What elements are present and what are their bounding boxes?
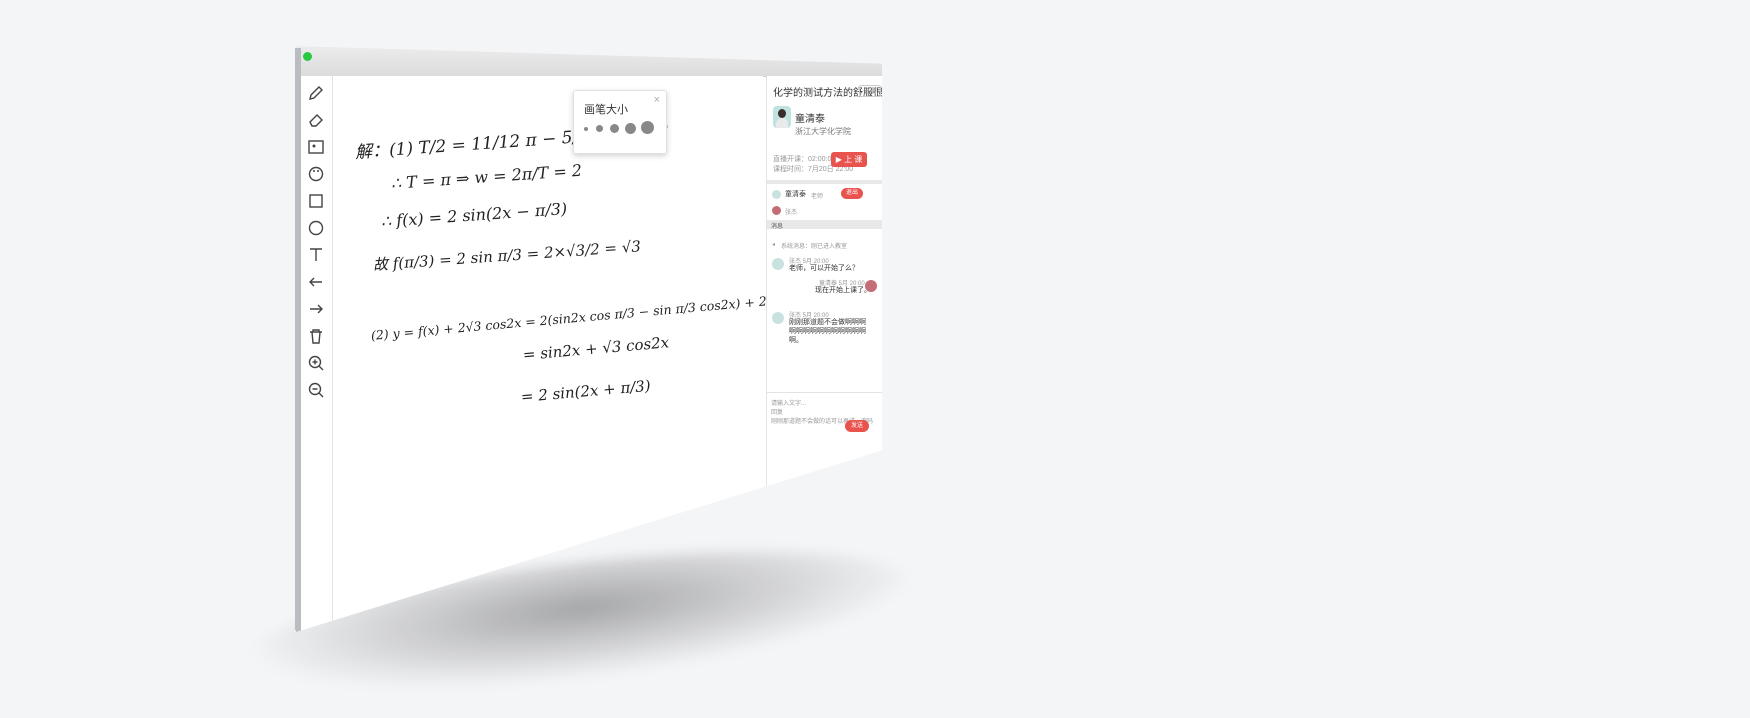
math-line-6: = sin2x + √3 cos2x (522, 333, 670, 364)
undo-arrow-icon[interactable] (307, 273, 325, 291)
chat-header: 消息 (771, 224, 784, 230)
pen-icon[interactable] (307, 84, 325, 102)
speaker-icon: ◂ (772, 242, 776, 248)
brush-size-1[interactable] (584, 127, 588, 131)
chat-reply-hint: 回复 (771, 410, 784, 416)
student-avatar-2 (772, 312, 784, 324)
start-class-button[interactable]: ▶ 上 课 (831, 152, 867, 167)
fullscreen-tag[interactable]: 全屏 (859, 85, 881, 97)
circle-icon[interactable] (307, 219, 325, 237)
send-button[interactable]: 发送 (845, 420, 869, 432)
close-icon[interactable]: × (654, 94, 660, 106)
title-bar (296, 46, 882, 77)
brush-size-popup: 画笔大小 × (573, 90, 667, 154)
brush-size-title: 画笔大小 (584, 104, 628, 116)
teacher-name: 童清泰 (795, 114, 825, 125)
brush-size-4[interactable] (625, 123, 636, 134)
zoom-in-icon[interactable] (307, 354, 325, 372)
leave-button[interactable]: 退出 (841, 188, 863, 199)
brush-size-2[interactable] (596, 125, 603, 132)
app-window: 解：(1) T/2 = 11/12 π − 5/12 π = π/2 ∴ T =… (296, 46, 882, 632)
whiteboard-canvas[interactable]: 解：(1) T/2 = 11/12 π − 5/12 π = π/2 ∴ T =… (333, 76, 823, 632)
eraser-icon[interactable] (307, 111, 325, 129)
math-line-5: (2) y = f(x) + 2√3 cos2x = 2(sin2x cos π… (370, 288, 823, 343)
message-text-1: 老师，可以开始了么？ (789, 265, 859, 272)
math-line-2: ∴ T = π ⇒ w = 2π/T = 2 (390, 160, 583, 193)
rectangle-icon[interactable] (307, 192, 325, 210)
trash-icon[interactable] (307, 327, 325, 345)
maximize-window-button[interactable] (303, 52, 312, 61)
system-message: 系统消息：刚已进入教室 (781, 244, 848, 250)
student-avatar (772, 258, 784, 270)
live-start-time: 直播开课：02:00:00 (773, 156, 836, 163)
course-sidebar: 化学的测试方法的舒服很的的 全屏 童清泰 浙江大学化学院 直播开课：02:00:… (766, 76, 882, 632)
math-line-4: 故 f(π/3) = 2 sin π/3 = 2×√3/2 = √3 (372, 237, 642, 274)
chat-header-bar: 消息 (767, 220, 882, 230)
drawing-toolbar (296, 76, 333, 632)
window-left-edge (295, 48, 301, 630)
message-text-2: 现在开始上课了。 (815, 287, 871, 294)
brush-size-5[interactable] (641, 121, 654, 134)
member-role-1: 老师 (811, 194, 824, 200)
member-name-2: 张杰 (785, 210, 798, 216)
text-icon[interactable] (307, 246, 325, 264)
palette-icon[interactable] (307, 165, 325, 183)
redo-arrow-icon[interactable] (307, 300, 325, 318)
chat-input-placeholder[interactable]: 请输入文字... (771, 398, 806, 407)
teacher-avatar (773, 106, 791, 128)
section-divider-1 (767, 180, 882, 184)
member-avatar-1 (772, 190, 781, 199)
teacher-chat-avatar (865, 280, 877, 292)
teacher-school: 浙江大学化学院 (795, 127, 851, 136)
message-text-3: 刚刚那道题不会做啊啊啊啊啊啊啊啊啊啊啊啊啊啊啊。 (789, 319, 866, 344)
math-line-7: = 2 sin(2x + π/3) (520, 376, 652, 406)
zoom-out-icon[interactable] (307, 381, 325, 399)
member-avatar-2 (772, 206, 781, 215)
math-line-3: ∴ f(x) = 2 sin(2x − π/3) (380, 199, 568, 231)
input-divider (767, 392, 882, 393)
image-icon[interactable] (307, 138, 325, 156)
member-name-1: 童清泰 (785, 191, 806, 198)
brush-size-3[interactable] (610, 124, 619, 133)
